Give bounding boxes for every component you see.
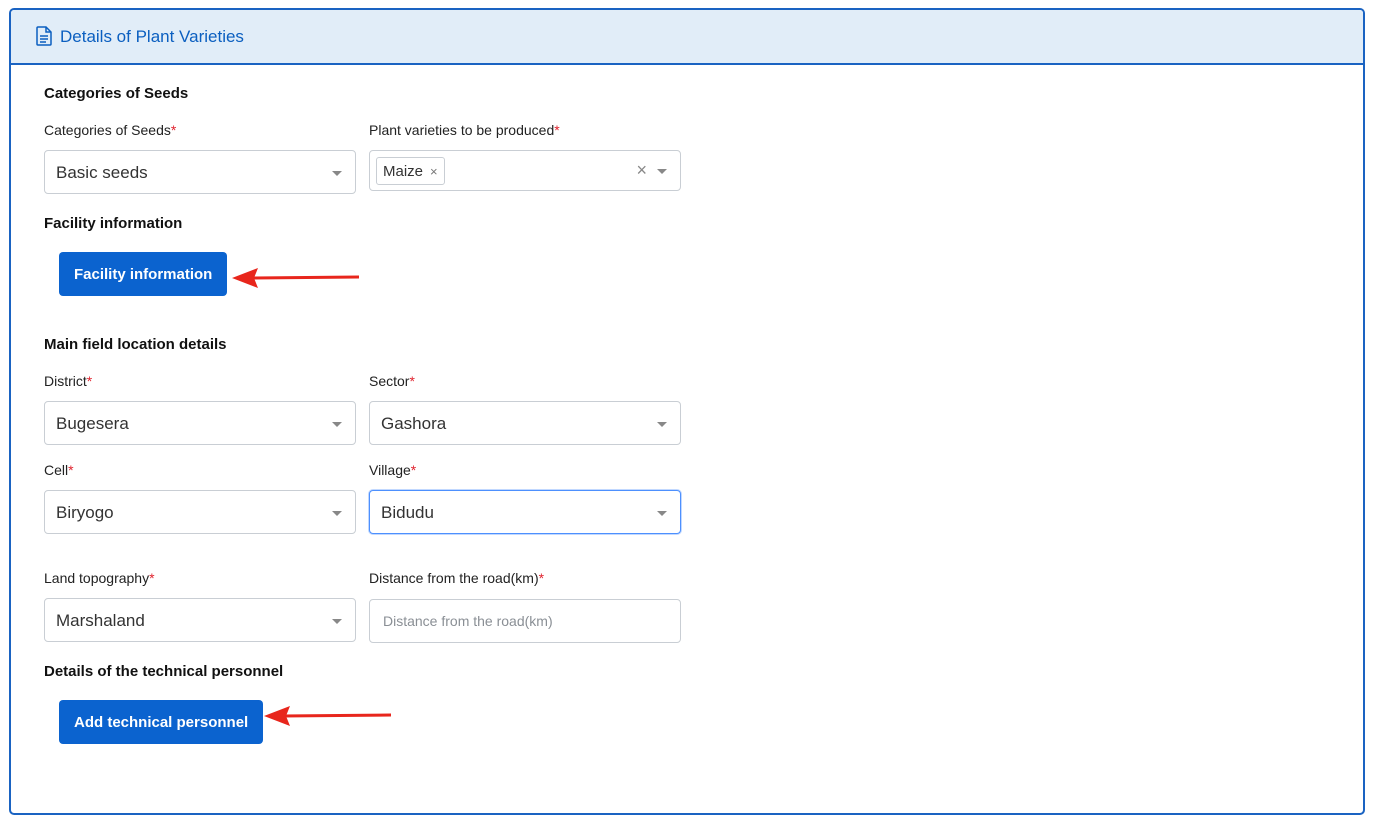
annotation-arrow-icon: [232, 268, 360, 288]
facility-information-button[interactable]: Facility information: [59, 252, 228, 296]
add-technical-personnel-button[interactable]: Add technical personnel: [59, 700, 264, 744]
chip-remove-icon[interactable]: ×: [430, 164, 438, 179]
chevron-down-icon: [332, 511, 342, 516]
sector-value: Gashora: [381, 414, 447, 433]
plant-varieties-label: Plant varieties to be produced*: [369, 122, 560, 138]
topography-value: Marshaland: [56, 611, 145, 630]
seed-category-label: Categories of Seeds*: [44, 122, 177, 138]
cell-value: Biryogo: [56, 503, 114, 522]
personnel-section-title: Details of the technical personnel: [44, 663, 284, 680]
card-title: Details of Plant Varieties: [60, 27, 244, 46]
document-icon: [36, 26, 52, 46]
distance-label: Distance from the road(km)*: [369, 570, 545, 586]
annotation-arrow-icon: [264, 706, 392, 726]
variety-chip-maize: Maize ×: [376, 157, 445, 185]
seeds-section-title: Categories of Seeds: [44, 85, 189, 102]
chevron-down-icon: [657, 169, 667, 174]
district-label: District*: [44, 373, 93, 389]
cell-select[interactable]: Biryogo: [44, 490, 356, 534]
village-value: Bidudu: [381, 503, 434, 522]
cell-label: Cell*: [44, 462, 74, 478]
card-header: Details of Plant Varieties: [11, 10, 1363, 65]
chevron-down-icon: [332, 619, 342, 624]
village-label: Village*: [369, 462, 417, 478]
seed-category-value: Basic seeds: [56, 163, 148, 182]
chevron-down-icon: [657, 422, 667, 427]
facility-section-title: Facility information: [44, 215, 183, 232]
location-section-title: Main field location details: [44, 336, 227, 353]
sector-label: Sector*: [369, 373, 415, 389]
village-select[interactable]: Bidudu: [369, 490, 681, 534]
sector-select[interactable]: Gashora: [369, 401, 681, 445]
chevron-down-icon: [332, 171, 342, 176]
distance-input[interactable]: [369, 599, 681, 643]
clear-icon[interactable]: ×: [636, 160, 647, 181]
topography-select[interactable]: Marshaland: [44, 598, 356, 642]
district-value: Bugesera: [56, 414, 129, 433]
chevron-down-icon: [657, 511, 667, 516]
district-select[interactable]: Bugesera: [44, 401, 356, 445]
plant-varieties-multiselect[interactable]: Maize × ×: [369, 150, 681, 191]
chevron-down-icon: [332, 422, 342, 427]
topography-label: Land topography*: [44, 570, 155, 586]
seed-category-select[interactable]: Basic seeds: [44, 150, 356, 194]
